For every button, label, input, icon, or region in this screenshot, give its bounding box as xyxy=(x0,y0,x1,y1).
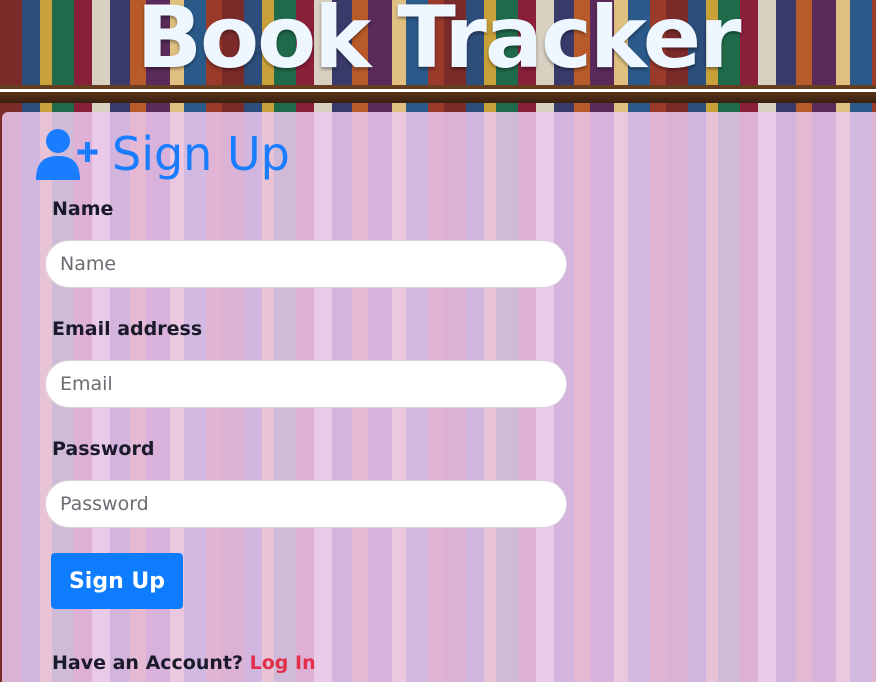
signup-heading: Sign Up xyxy=(36,126,290,182)
sign-up-button[interactable]: Sign Up xyxy=(51,553,183,609)
page-title: Sign Up xyxy=(112,127,290,181)
title-divider xyxy=(0,89,876,92)
login-prompt: Have an Account? Log In xyxy=(52,652,316,674)
login-link[interactable]: Log In xyxy=(250,652,316,674)
email-label: Email address xyxy=(52,318,203,340)
email-input[interactable] xyxy=(45,360,567,408)
login-prompt-text: Have an Account? xyxy=(52,652,244,674)
password-input[interactable] xyxy=(45,480,567,528)
password-label: Password xyxy=(52,438,155,460)
app-title: Book Tracker xyxy=(136,0,741,88)
name-input[interactable] xyxy=(45,240,567,288)
user-plus-icon xyxy=(36,129,98,180)
name-label: Name xyxy=(52,198,114,220)
